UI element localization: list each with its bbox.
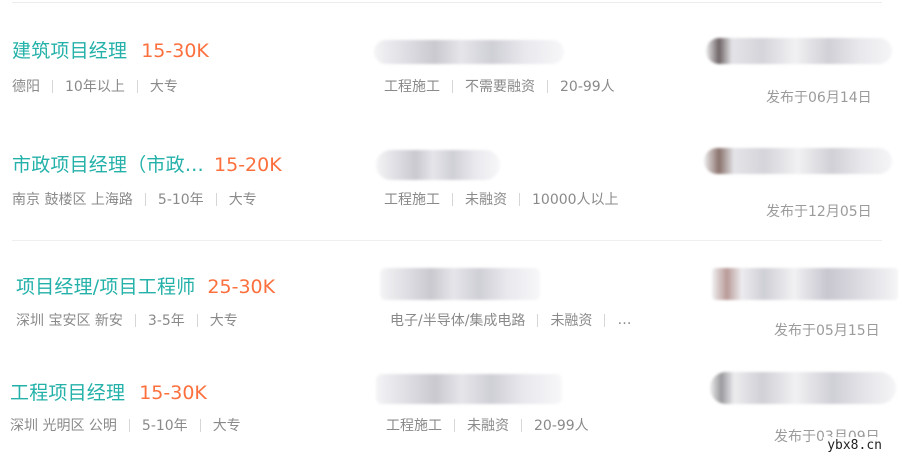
top-divider: [12, 2, 882, 3]
company-size: 20-99人: [534, 418, 589, 434]
divider: [199, 418, 201, 432]
job-requirements: 深圳 宝安区 新安 3-5年 大专: [16, 310, 238, 330]
job-location: 深圳 光明区 公明: [10, 418, 117, 434]
job-experience: 5-10年: [157, 192, 204, 208]
publish-date: 发布于05月15日: [774, 323, 880, 339]
company-name-blurred[interactable]: [376, 374, 562, 404]
job-location: 深圳 宝安区 新安: [16, 313, 123, 329]
company-industry: 工程施工: [386, 418, 442, 434]
job-location: 南京 鼓楼区 上海路: [12, 192, 133, 208]
job-requirements: 德阳 10年以上 大专: [12, 76, 178, 96]
recruiter-avatar-blurred: [710, 372, 896, 404]
divider: [52, 79, 53, 93]
company-industry: 工程施工: [384, 192, 440, 208]
company-name-blurred[interactable]: [380, 268, 540, 300]
company-size: 20-99人: [560, 79, 615, 95]
divider: [128, 418, 130, 432]
divider: [452, 192, 453, 206]
divider: [604, 313, 606, 327]
job-card[interactable]: 市政项目经理（市政… 15-20K 南京 鼓楼区 上海路 5-10年 大专 工程…: [0, 148, 900, 250]
divider: [215, 192, 217, 206]
job-title-link[interactable]: 工程项目经理: [10, 378, 125, 405]
divider: [521, 418, 522, 432]
company-name-blurred[interactable]: [374, 40, 564, 64]
job-title-link[interactable]: 建筑项目经理: [12, 36, 127, 63]
salary: 15-30K: [139, 382, 207, 404]
divider: [136, 79, 138, 93]
job-card[interactable]: 项目经理/项目工程师 25-30K 深圳 宝安区 新安 3-5年 大专 电子/半…: [0, 268, 900, 372]
publish-date: 发布于06月14日: [766, 90, 872, 106]
recruiter-avatar-blurred: [704, 148, 892, 174]
recruiter-avatar-blurred: [712, 268, 898, 300]
salary: 25-30K: [207, 276, 276, 298]
job-experience: 3-5年: [147, 313, 185, 329]
job-title-link[interactable]: 市政项目经理（市政…: [12, 150, 204, 177]
company-financing: 未融资: [465, 192, 507, 208]
divider: [519, 192, 520, 206]
job-card[interactable]: 工程项目经理 15-30K 深圳 光明区 公明 5-10年 大专 工程施工 未融…: [0, 372, 900, 472]
divider: [196, 313, 198, 327]
job-requirements: 深圳 光明区 公明 5-10年 大专: [10, 415, 241, 435]
company-size: 10000人以上: [532, 192, 619, 208]
company-size: …: [617, 312, 632, 328]
divider: [547, 79, 548, 93]
recruiter-avatar-blurred: [706, 38, 892, 64]
divider: [144, 192, 146, 206]
company-info: 工程施工 不需要融资 20-99人: [384, 76, 615, 96]
divider: [454, 418, 455, 432]
divider: [452, 79, 453, 93]
job-education: 大专: [228, 192, 257, 208]
divider: [537, 313, 539, 327]
divider: [134, 313, 136, 327]
job-education: 大专: [149, 79, 178, 95]
job-location: 德阳: [12, 79, 40, 95]
company-industry: 电子/半导体/集成电路: [390, 313, 526, 329]
publish-date: 发布于12月05日: [766, 204, 872, 220]
job-experience: 5-10年: [141, 418, 188, 434]
salary: 15-30K: [141, 40, 209, 62]
company-financing: 未融资: [550, 313, 593, 329]
job-title-link[interactable]: 项目经理/项目工程师: [16, 272, 195, 299]
job-education: 大专: [212, 418, 241, 434]
company-name-blurred[interactable]: [376, 150, 500, 180]
list-divider: [12, 240, 882, 241]
job-requirements: 南京 鼓楼区 上海路 5-10年 大专: [12, 189, 257, 209]
company-info: 工程施工 未融资 10000人以上: [384, 189, 619, 209]
site-watermark: ybx8.cn: [823, 437, 886, 454]
job-education: 大专: [209, 313, 238, 329]
company-financing: 不需要融资: [465, 79, 535, 95]
job-experience: 10年以上: [65, 79, 125, 95]
company-industry: 工程施工: [384, 79, 440, 95]
salary: 15-20K: [214, 154, 282, 176]
job-card[interactable]: 建筑项目经理 15-30K 德阳 10年以上 大专 工程施工 不需要融资 20-…: [0, 36, 900, 136]
company-financing: 未融资: [467, 418, 509, 434]
company-info: 工程施工 未融资 20-99人: [386, 415, 589, 435]
company-info: 电子/半导体/集成电路 未融资 …: [390, 310, 631, 330]
